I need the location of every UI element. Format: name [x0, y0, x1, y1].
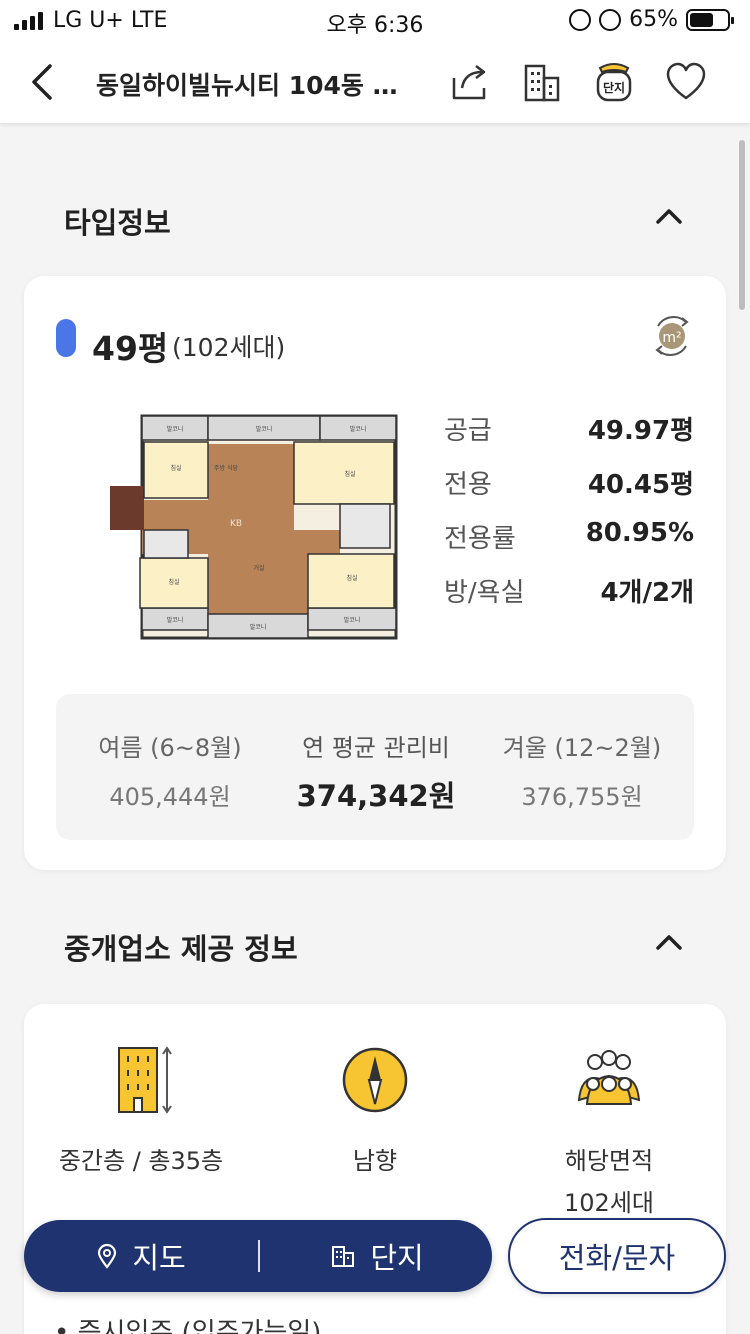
- spec-row: 방/욕실 4개/2개: [444, 572, 694, 612]
- orientation-lock-icon: [569, 8, 592, 31]
- building-icon[interactable]: [518, 58, 566, 106]
- spec-value: 49.97평: [587, 416, 694, 446]
- map-complex-pill: 지도 단지: [24, 1220, 492, 1292]
- balcony-label: 발코니: [250, 623, 267, 631]
- households-feature: 해당면적 102세대: [492, 1040, 726, 1224]
- chevron-up-icon[interactable]: [654, 932, 684, 952]
- type-color-marker: [56, 319, 76, 357]
- fee-value: 405,444원: [109, 783, 231, 811]
- fee-label: 여름 (6~8월): [98, 734, 242, 762]
- map-label: 지도: [132, 1241, 186, 1275]
- spec-value: 80.95%: [585, 518, 694, 548]
- battery-fill: [690, 12, 714, 27]
- spec-value: 4개/2개: [600, 578, 694, 608]
- balcony-label: 발코니: [350, 425, 367, 433]
- share-icon[interactable]: [446, 58, 494, 106]
- room-label: 침실: [346, 574, 357, 582]
- spec-label: 공급: [444, 416, 492, 446]
- building-icon: [332, 1246, 355, 1267]
- floorplan-watermark: KB: [230, 519, 242, 529]
- alarm-icon: [599, 8, 622, 31]
- top-nav-bar: 동일하이빌뉴시티 104동 … 단지: [0, 40, 750, 124]
- spec-row: 전용률 80.95%: [444, 518, 694, 558]
- location-pin-icon: [98, 1243, 117, 1269]
- summer-fee: 여름 (6~8월) 405,444원: [64, 728, 276, 812]
- jar-icon: 단지: [596, 63, 632, 102]
- floor-text: 중간층 / 총35층: [58, 1147, 224, 1175]
- annual-avg-fee: 연 평균 관리비 374,342원: [270, 728, 482, 815]
- status-bar: LG U+ LTE 오후 6:36 65%: [0, 0, 750, 40]
- living-label: 거실: [253, 564, 264, 572]
- complex-label: 단지: [370, 1241, 424, 1275]
- spec-label: 전용: [444, 470, 492, 500]
- unit-toggle-icon[interactable]: m²: [650, 312, 694, 360]
- scrollbar[interactable]: [739, 140, 745, 310]
- compass-icon: [342, 1047, 408, 1113]
- balcony-label: 발코니: [256, 425, 273, 433]
- complex-button[interactable]: 단지: [260, 1220, 494, 1292]
- spec-value: 40.45평: [587, 470, 694, 500]
- management-fee-box: 여름 (6~8월) 405,444원 연 평균 관리비 374,342원 겨울 …: [56, 694, 694, 840]
- type-info-title: 타입정보: [64, 206, 171, 240]
- heart-icon[interactable]: [662, 58, 710, 106]
- spec-row: 공급 49.97평: [444, 410, 694, 450]
- building-floor-icon: [118, 1046, 172, 1114]
- type-info-header[interactable]: 타입정보: [0, 188, 750, 248]
- page-title: 동일하이빌뉴시티 104동 …: [96, 71, 398, 100]
- balcony-label: 발코니: [344, 616, 361, 624]
- spec-row: 전용 40.45평: [444, 464, 694, 504]
- type-info-card: 49평 (102세대) m² 발코니 발코니 발코니 발코니 발코니 발코니 침…: [24, 276, 726, 870]
- chevron-up-icon[interactable]: [654, 206, 684, 226]
- fee-label: 겨울 (12~2월): [502, 734, 662, 762]
- back-icon[interactable]: [26, 62, 62, 102]
- fee-value: 376,755원: [521, 783, 643, 811]
- fee-value: 374,342원: [296, 779, 456, 813]
- room-label: 침실: [170, 464, 181, 472]
- unit-toggle-label: m²: [662, 330, 681, 346]
- balcony-label: 발코니: [167, 425, 184, 433]
- truncated-list-item: • 즉시입주 (입주가능일): [54, 1318, 322, 1334]
- type-name: 49평: [92, 329, 169, 368]
- direction-text: 남향: [352, 1147, 398, 1175]
- battery-icon: [686, 8, 734, 31]
- battery-percent: 65%: [629, 7, 678, 32]
- floorplan-image[interactable]: 발코니 발코니 발코니 발코니 발코니 발코니 침실 침실 침실 침실 거실 주…: [104, 408, 404, 644]
- agent-info-title: 중개업소 제공 정보: [64, 932, 298, 966]
- map-button[interactable]: 지도: [24, 1220, 258, 1292]
- spec-label: 방/욕실: [444, 578, 525, 608]
- balcony-label: 발코니: [167, 616, 184, 624]
- room-label: 침실: [168, 578, 179, 586]
- agent-info-header[interactable]: 중개업소 제공 정보: [0, 914, 750, 974]
- fee-label: 연 평균 관리비: [302, 734, 450, 762]
- room-label: 침실: [344, 470, 355, 478]
- direction-feature: 남향: [258, 1040, 492, 1182]
- households-text: 해당면적 102세대: [564, 1147, 654, 1217]
- kitchen-label: 주방 식당: [214, 464, 238, 472]
- call-message-button[interactable]: 전화/문자: [508, 1218, 726, 1294]
- jar-label: 단지: [603, 80, 625, 95]
- floor-feature: 중간층 / 총35층: [24, 1040, 258, 1182]
- people-icon: [577, 1050, 641, 1105]
- spec-label: 전용률: [444, 524, 516, 554]
- winter-fee: 겨울 (12~2월) 376,755원: [476, 728, 688, 812]
- type-households: (102세대): [172, 333, 286, 362]
- complex-jar-icon[interactable]: 단지: [590, 58, 638, 106]
